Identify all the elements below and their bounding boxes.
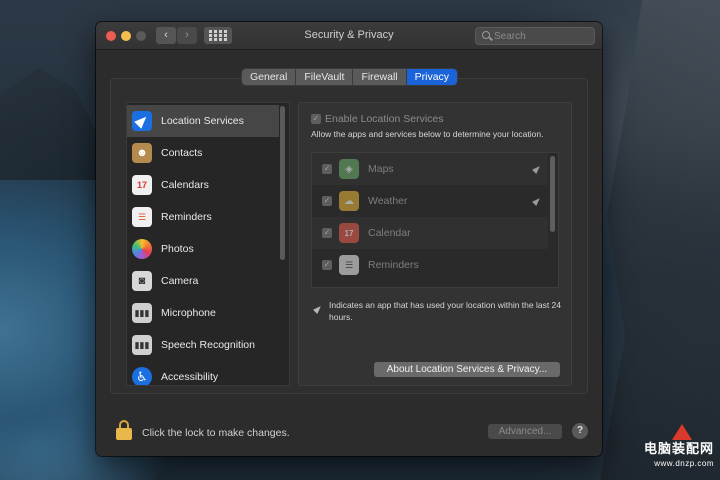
reminders-icon: ☰: [132, 207, 152, 227]
reminders-icon: ☰: [339, 255, 359, 275]
contacts-icon: ☻: [132, 143, 152, 163]
tab-bar: General FileVault Firewall Privacy: [242, 69, 458, 85]
app-checkbox[interactable]: ✓: [322, 228, 332, 238]
sidebar-item-accessibility[interactable]: ♿ Accessibility: [127, 361, 279, 385]
security-privacy-window: ‹ › Security & Privacy General FileVault…: [96, 22, 602, 456]
calendar-icon: 17: [339, 223, 359, 243]
lock-icon[interactable]: [116, 420, 132, 440]
enable-location-checkbox[interactable]: ✓: [311, 114, 321, 124]
location-services-pane: ✓ Enable Location Services Allow the app…: [298, 102, 572, 386]
enable-location-row[interactable]: ✓ Enable Location Services: [311, 113, 444, 125]
sidebar-item-label: Photos: [161, 243, 194, 255]
apps-scrollbar[interactable]: [550, 156, 555, 232]
watermark-title: 电脑装配网: [643, 442, 714, 457]
app-label: Maps: [368, 163, 394, 175]
sidebar-item-label: Speech Recognition: [161, 339, 255, 351]
recent-usage-note: Indicates an app that has used your loca…: [329, 300, 562, 322]
tab-general[interactable]: General: [242, 69, 297, 85]
watermark-url: www.dnzp.com: [654, 459, 714, 468]
sidebar-item-camera[interactable]: ◙ Camera: [127, 265, 279, 297]
app-checkbox[interactable]: ✓: [322, 260, 332, 270]
app-label: Reminders: [368, 259, 419, 271]
sidebar-item-contacts[interactable]: ☻ Contacts: [127, 137, 279, 169]
sidebar-item-reminders[interactable]: ☰ Reminders: [127, 201, 279, 233]
app-label: Calendar: [368, 227, 411, 239]
sidebar-item-microphone[interactable]: ▮▮▮ Microphone: [127, 297, 279, 329]
maps-icon: ◈: [339, 159, 359, 179]
location-description: Allow the apps and services below to det…: [311, 129, 544, 139]
sidebar-item-label: Reminders: [161, 211, 212, 223]
sidebar-item-speech-recognition[interactable]: ▮▮▮ Speech Recognition: [127, 329, 279, 361]
enable-location-label: Enable Location Services: [325, 113, 444, 125]
lock-instruction: Click the lock to make changes.: [142, 427, 290, 439]
sidebar-scrollbar[interactable]: [280, 106, 285, 260]
tab-firewall[interactable]: Firewall: [353, 69, 407, 85]
watermark-logo-icon: [672, 424, 692, 440]
sidebar-item-label: Calendars: [161, 179, 209, 191]
search-icon: [482, 31, 490, 39]
tab-filevault[interactable]: FileVault: [296, 69, 354, 85]
speech-recognition-icon: ▮▮▮: [132, 335, 152, 355]
tab-privacy[interactable]: Privacy: [406, 69, 458, 85]
sidebar-item-label: Location Services: [161, 115, 244, 127]
photos-icon: [132, 239, 152, 259]
location-arrow-icon: [313, 304, 323, 314]
app-checkbox[interactable]: ✓: [322, 164, 332, 174]
sidebar-item-calendars[interactable]: 17 Calendars: [127, 169, 279, 201]
help-button[interactable]: ?: [572, 423, 588, 439]
sidebar-item-label: Contacts: [161, 147, 203, 159]
location-apps-list: ✓ ◈ Maps ✓ ☁ Weather ✓ 17 Calendar ✓ ☰ R…: [311, 152, 559, 288]
location-arrow-icon: [132, 111, 152, 131]
app-row-weather[interactable]: ✓ ☁ Weather: [312, 185, 548, 217]
search-field[interactable]: [475, 27, 595, 45]
weather-icon: ☁: [339, 191, 359, 211]
app-checkbox[interactable]: ✓: [322, 196, 332, 206]
camera-icon: ◙: [132, 271, 152, 291]
about-location-services-button[interactable]: About Location Services & Privacy...: [374, 362, 560, 377]
title-bar: ‹ › Security & Privacy: [96, 22, 602, 50]
advanced-button[interactable]: Advanced...: [488, 424, 562, 439]
sidebar-item-photos[interactable]: Photos: [127, 233, 279, 265]
microphone-icon: ▮▮▮: [132, 303, 152, 323]
sidebar-item-label: Accessibility: [161, 371, 219, 383]
sidebar-item-label: Camera: [161, 275, 199, 287]
app-row-maps[interactable]: ✓ ◈ Maps: [312, 153, 548, 185]
sidebar-item-label: Microphone: [161, 307, 216, 319]
watermark: 电脑装配网 www.dnzp.com: [634, 424, 714, 474]
app-label: Weather: [368, 195, 408, 207]
search-input[interactable]: [494, 28, 590, 44]
privacy-category-list: Location Services ☻ Contacts 17 Calendar…: [126, 102, 290, 386]
calendar-icon: 17: [132, 175, 152, 195]
sidebar-item-location-services[interactable]: Location Services: [127, 105, 279, 137]
accessibility-icon: ♿: [132, 367, 152, 385]
app-row-reminders[interactable]: ✓ ☰ Reminders: [312, 249, 548, 281]
app-row-calendar[interactable]: ✓ 17 Calendar: [312, 217, 548, 249]
